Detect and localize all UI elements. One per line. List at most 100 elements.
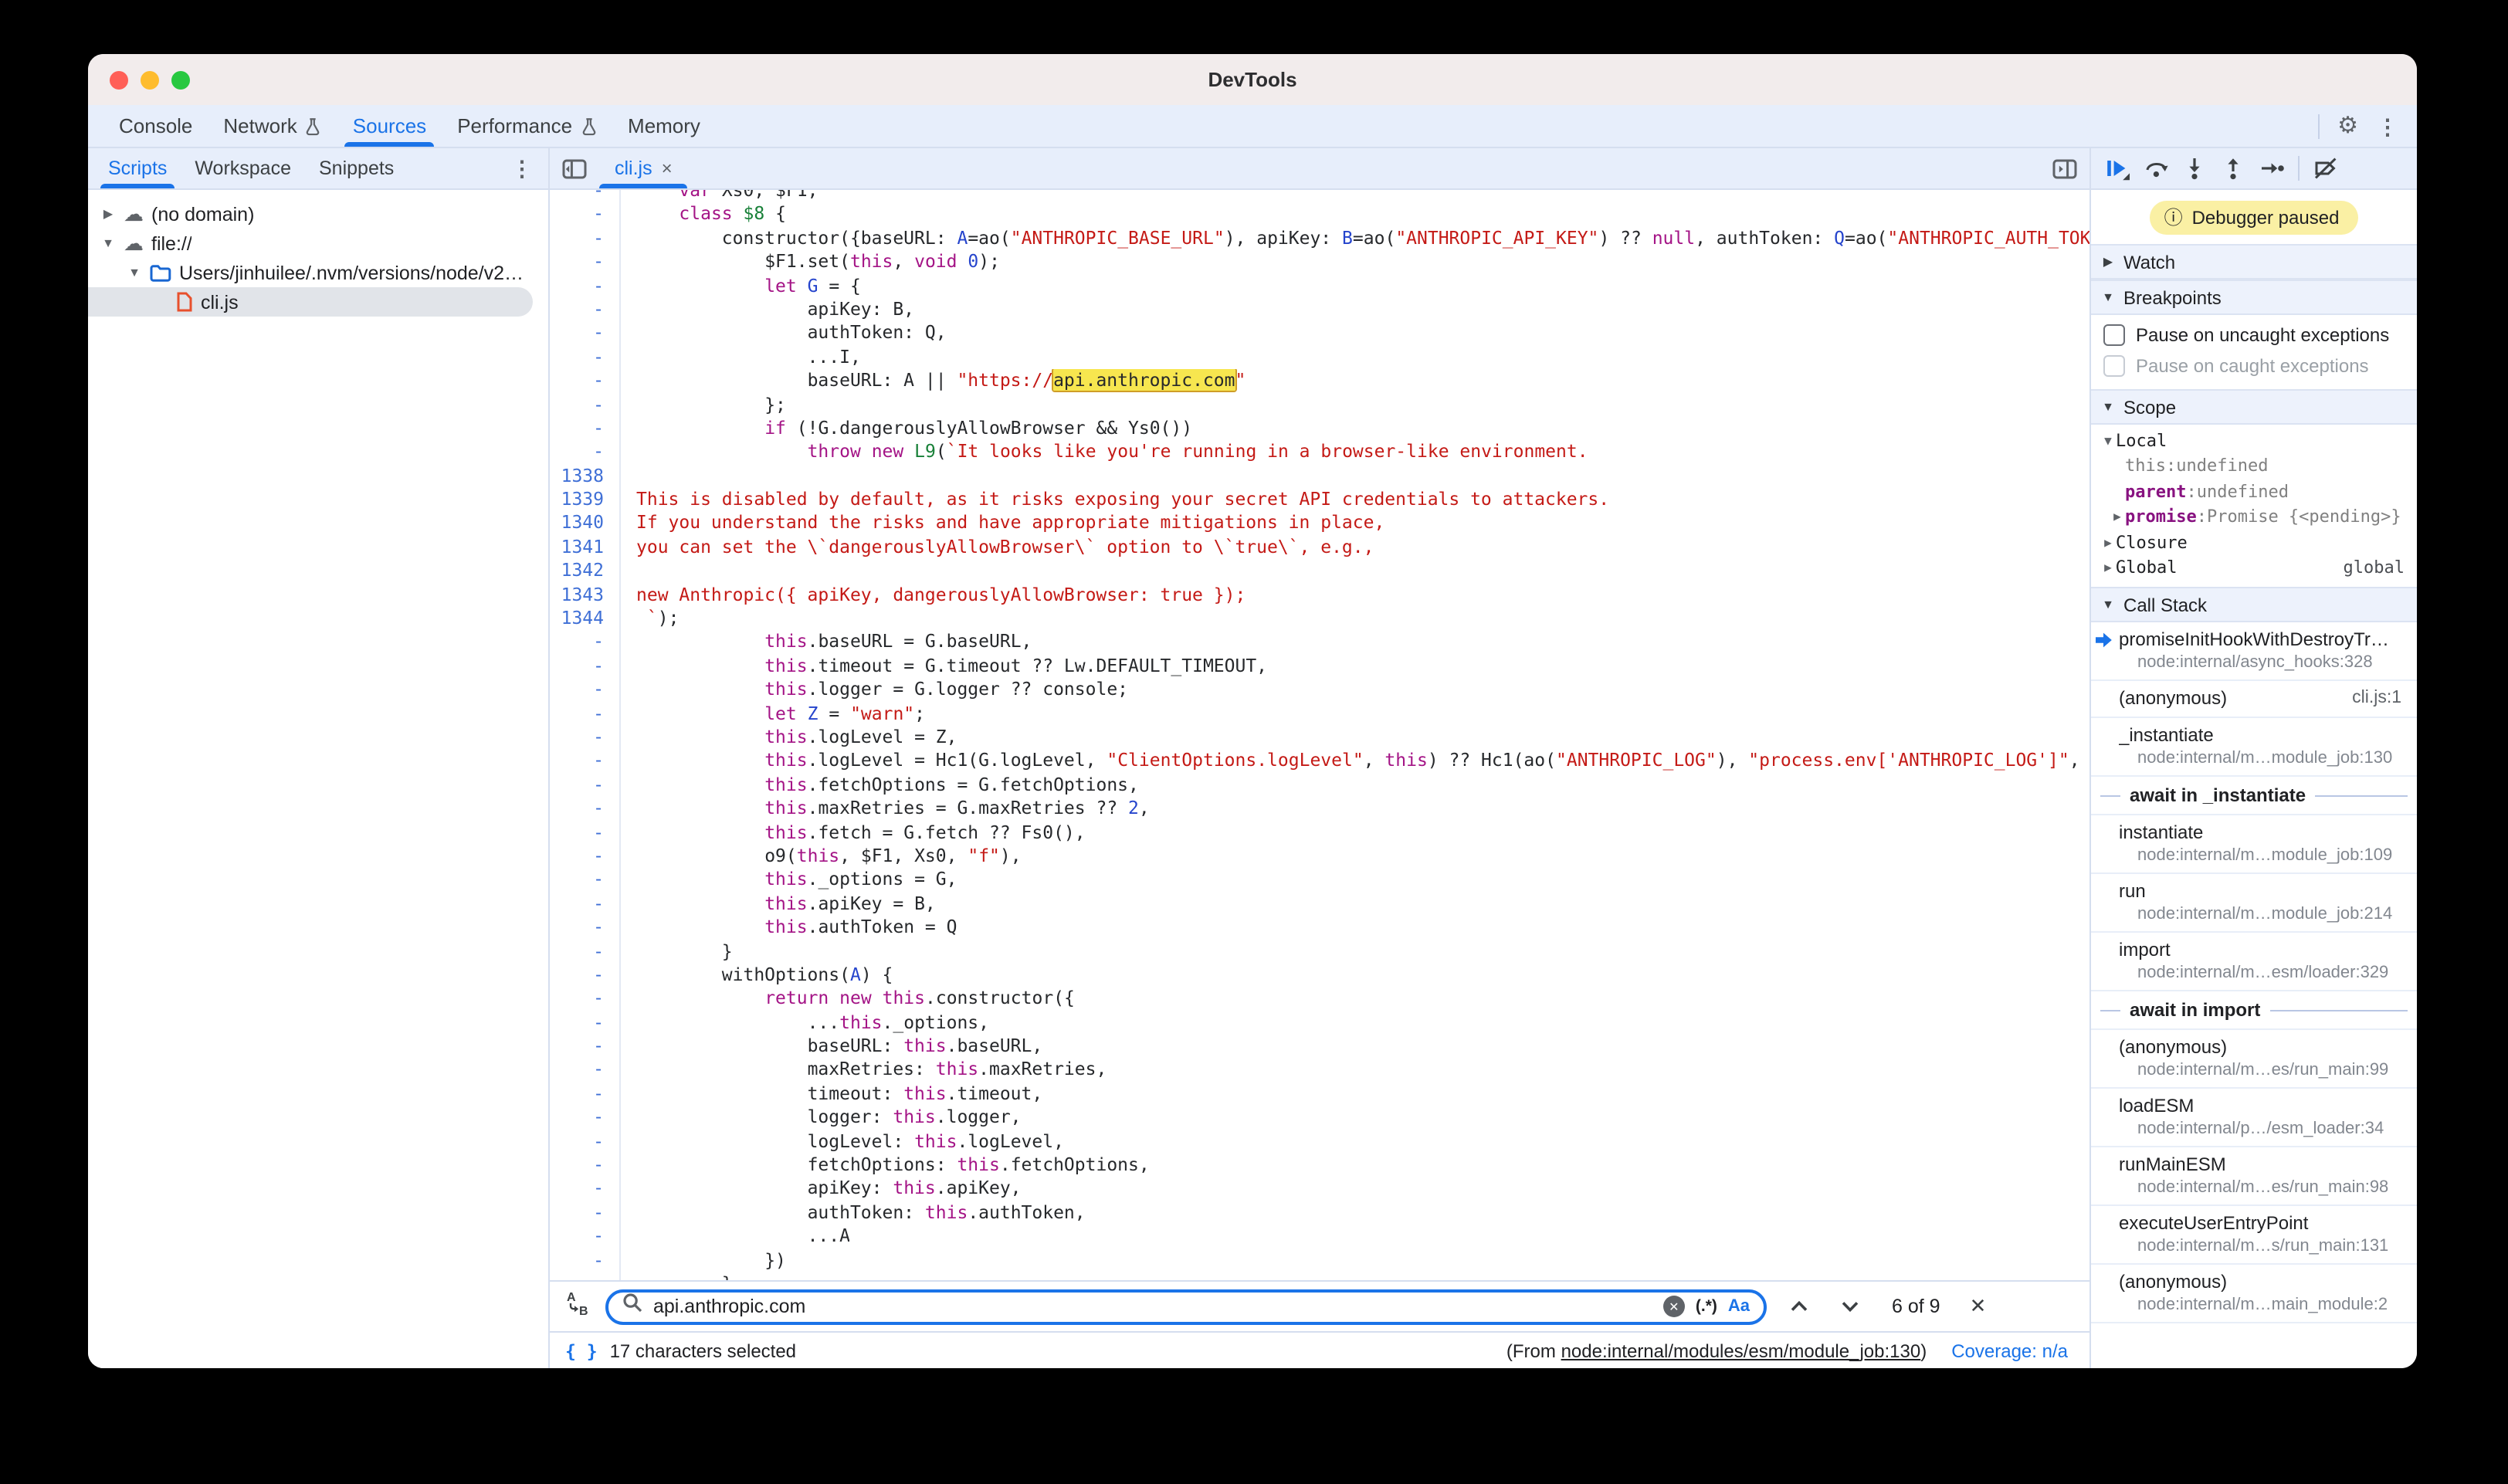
code-line[interactable]: - this.apiKey = B, xyxy=(550,892,2089,916)
line-gutter[interactable]: - xyxy=(550,1059,621,1083)
line-gutter[interactable]: - xyxy=(550,274,621,298)
code-line[interactable]: - apiKey: this.apiKey, xyxy=(550,1177,2089,1201)
disclosure-down-icon[interactable]: ▼ xyxy=(127,266,142,280)
call-stack-frame[interactable]: _instantiatenode:internal/m…module_job:1… xyxy=(2091,718,2417,777)
step-button-icon[interactable] xyxy=(2253,151,2290,185)
code-line[interactable]: 1343new Anthropic({ apiKey, dangerouslyA… xyxy=(550,583,2089,607)
line-gutter[interactable]: - xyxy=(550,1035,621,1059)
line-gutter[interactable]: - xyxy=(550,869,621,893)
code-line[interactable]: - var Xs0, $F1; xyxy=(550,190,2089,203)
code-line[interactable]: - withOptions(A) { xyxy=(550,964,2089,988)
code-line[interactable]: - logLevel: this.logLevel, xyxy=(550,1130,2089,1154)
minimize-window-button[interactable] xyxy=(141,70,159,89)
settings-gear-icon[interactable]: ⚙ xyxy=(2337,114,2358,137)
line-gutter[interactable]: - xyxy=(550,631,621,655)
from-source-link[interactable]: node:internal/modules/esm/module_job:130 xyxy=(1561,1340,1921,1361)
line-gutter[interactable]: - xyxy=(550,441,621,465)
line-gutter[interactable]: - xyxy=(550,1249,621,1272)
code-line[interactable]: - return new this.constructor({ xyxy=(550,988,2089,1011)
step-into-button-icon[interactable] xyxy=(2176,151,2213,185)
line-gutter[interactable]: - xyxy=(550,988,621,1011)
call-stack-frame[interactable]: (anonymous)cli.js:1 xyxy=(2091,681,2417,718)
line-gutter[interactable]: - xyxy=(550,1011,621,1035)
pretty-print-icon[interactable]: { } xyxy=(565,1340,598,1361)
code-line[interactable]: 1339This is disabled by default, as it r… xyxy=(550,488,2089,512)
code-line[interactable]: 1341you can set the \`dangerouslyAllowBr… xyxy=(550,536,2089,560)
navigator-tab-workspace[interactable]: Workspace xyxy=(181,148,305,188)
code-line[interactable]: - this.authToken = Q xyxy=(550,916,2089,940)
tab-network[interactable]: Network xyxy=(208,105,337,147)
line-gutter[interactable]: - xyxy=(550,940,621,964)
tab-console[interactable]: Console xyxy=(103,105,208,147)
line-gutter[interactable]: - xyxy=(550,393,621,417)
line-gutter[interactable]: - xyxy=(550,1225,621,1249)
line-gutter[interactable]: - xyxy=(550,1083,621,1106)
line-gutter[interactable]: - xyxy=(550,1272,621,1280)
line-gutter[interactable]: - xyxy=(550,417,621,441)
code-line[interactable]: - o9(this, $F1, Xs0, "f"), xyxy=(550,845,2089,869)
code-line[interactable]: 1340If you understand the risks and have… xyxy=(550,512,2089,536)
navigator-more-icon[interactable]: ⋮ xyxy=(502,148,542,188)
line-gutter[interactable]: - xyxy=(550,845,621,869)
line-gutter[interactable]: - xyxy=(550,227,621,251)
code-line[interactable]: - this.logLevel = Z, xyxy=(550,726,2089,750)
disclosure-down-icon[interactable]: ▼ xyxy=(100,236,116,250)
scope-var-parent[interactable]: parent: undefined xyxy=(2091,479,2417,504)
navigator-tab-scripts[interactable]: Scripts xyxy=(94,148,181,188)
breakpoints-section-header[interactable]: ▼ Breakpoints xyxy=(2091,280,2417,315)
search-input[interactable]: api.anthropic.com ✕ (.*) Aa xyxy=(605,1289,1767,1324)
line-gutter[interactable]: 1342 xyxy=(550,560,621,584)
code-line[interactable]: - ...I, xyxy=(550,345,2089,369)
code-line[interactable]: - apiKey: B, xyxy=(550,298,2089,322)
call-stack-frame[interactable]: runnode:internal/m…module_job:214 xyxy=(2091,874,2417,933)
code-line[interactable]: 1344 `); xyxy=(550,607,2089,631)
line-gutter[interactable]: - xyxy=(550,892,621,916)
hide-debugger-icon[interactable] xyxy=(2040,148,2089,188)
call-stack-frame[interactable]: promiseInitHookWithDestroyTr…node:intern… xyxy=(2091,622,2417,681)
line-gutter[interactable]: - xyxy=(550,1130,621,1154)
tab-performance[interactable]: Performance xyxy=(442,105,612,147)
deactivate-breakpoints-button-icon[interactable] xyxy=(2307,151,2344,185)
step-out-button-icon[interactable] xyxy=(2215,151,2252,185)
case-sensitive-toggle[interactable]: Aa xyxy=(1728,1297,1750,1316)
call-stack-frame[interactable]: importnode:internal/m…esm/loader:329 xyxy=(2091,933,2417,991)
line-gutter[interactable]: - xyxy=(550,203,621,227)
line-gutter[interactable]: - xyxy=(550,821,621,845)
call-stack-frame[interactable]: executeUserEntryPointnode:internal/m…s/r… xyxy=(2091,1206,2417,1265)
clear-search-icon[interactable]: ✕ xyxy=(1663,1296,1685,1317)
tree-item--no-domain-[interactable]: ▶☁(no domain) xyxy=(88,199,548,229)
code-line[interactable]: - this.logLevel = Hc1(G.logLevel, "Clien… xyxy=(550,750,2089,774)
scope-group-global[interactable]: ▶Globalglobal xyxy=(2091,555,2417,581)
call-stack-frame[interactable]: loadESMnode:internal/p…/esm_loader:34 xyxy=(2091,1089,2417,1147)
code-line[interactable]: - maxRetries: this.maxRetries, xyxy=(550,1059,2089,1083)
step-over-button-icon[interactable] xyxy=(2137,151,2174,185)
line-gutter[interactable]: - xyxy=(550,250,621,274)
hide-navigator-icon[interactable] xyxy=(550,148,599,188)
line-gutter[interactable]: - xyxy=(550,322,621,346)
line-gutter[interactable]: 1343 xyxy=(550,583,621,607)
call-stack-frame[interactable]: (anonymous)node:internal/m…es/run_main:9… xyxy=(2091,1030,2417,1089)
code-line[interactable]: - }) xyxy=(550,1249,2089,1272)
call-stack-section-header[interactable]: ▼ Call Stack xyxy=(2091,587,2417,622)
code-line[interactable]: - } xyxy=(550,940,2089,964)
line-gutter[interactable]: - xyxy=(550,1177,621,1201)
line-gutter[interactable]: 1341 xyxy=(550,536,621,560)
tab-sources[interactable]: Sources xyxy=(337,105,442,147)
tree-item-users-jinhuilee-nvm-versions-node-v2-[interactable]: ▼Users/jinhuilee/.nvm/versions/node/v2… xyxy=(88,258,548,287)
disclosure-right-icon[interactable]: ▶ xyxy=(2110,510,2125,524)
code-line[interactable]: - constructor({baseURL: A=ao("ANTHROPIC_… xyxy=(550,227,2089,251)
code-line[interactable]: - let Z = "warn"; xyxy=(550,702,2089,726)
more-options-icon[interactable]: ⋮ xyxy=(2377,115,2398,137)
disclosure-right-icon[interactable]: ▶ xyxy=(2100,561,2116,575)
code-line[interactable]: - if (!G.dangerouslyAllowBrowser && Ys0(… xyxy=(550,417,2089,441)
line-gutter[interactable]: - xyxy=(550,797,621,821)
coverage-link[interactable]: Coverage: n/a xyxy=(1951,1340,2068,1361)
line-gutter[interactable]: - xyxy=(550,726,621,750)
call-stack-frame[interactable]: runMainESMnode:internal/m…es/run_main:98 xyxy=(2091,1147,2417,1206)
code-line[interactable]: - authToken: this.authToken, xyxy=(550,1201,2089,1225)
code-line[interactable]: - this._options = G, xyxy=(550,869,2089,893)
line-gutter[interactable]: 1340 xyxy=(550,512,621,536)
scope-var-promise[interactable]: ▶promise: Promise {<pending>} xyxy=(2091,504,2417,530)
line-gutter[interactable]: - xyxy=(550,702,621,726)
search-query[interactable]: api.anthropic.com xyxy=(653,1296,1652,1317)
